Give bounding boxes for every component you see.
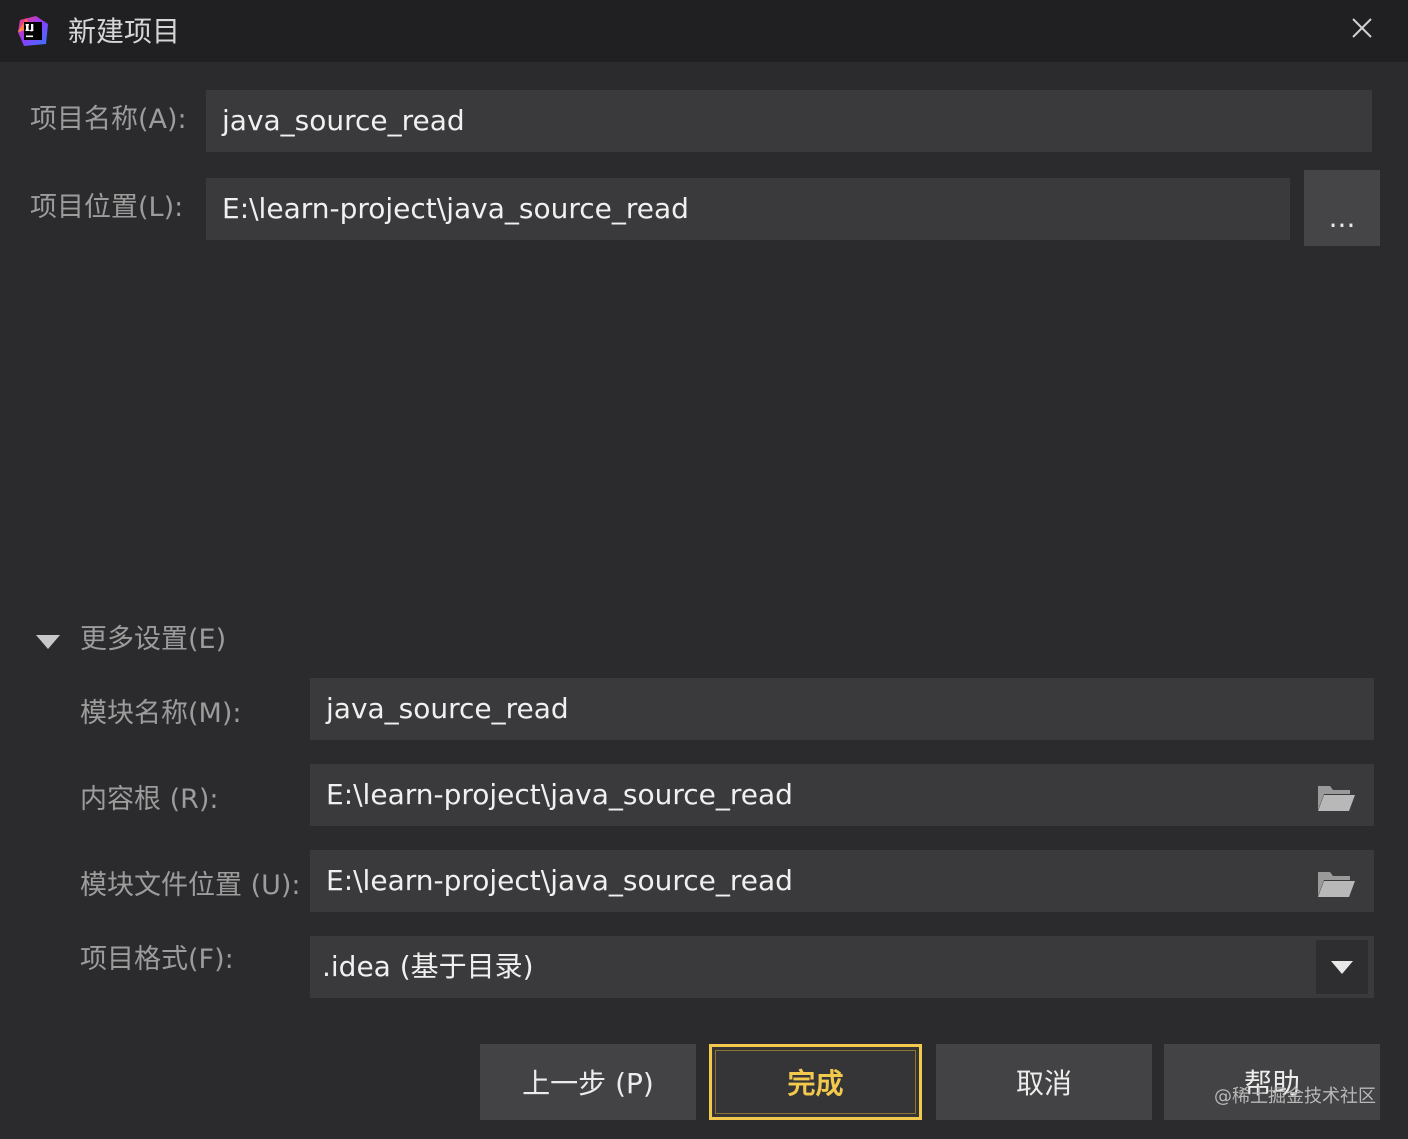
watermark: @稀土掘金技术社区 bbox=[1214, 1086, 1376, 1107]
module-file-location-input[interactable]: E:\learn-project\java_source_read bbox=[326, 864, 793, 897]
project-format-select[interactable]: .idea (基于目录) bbox=[310, 936, 1374, 998]
close-button[interactable] bbox=[1340, 8, 1384, 48]
content-root-input[interactable]: E:\learn-project\java_source_read bbox=[326, 778, 793, 811]
module-file-location-field: E:\learn-project\java_source_read bbox=[310, 850, 1374, 912]
project-format-label: 项目格式(F): bbox=[80, 944, 234, 975]
title-bar: 新建项目 bbox=[0, 0, 1408, 62]
project-format-value: .idea (基于目录) bbox=[322, 950, 534, 983]
finish-button[interactable]: 完成 bbox=[709, 1044, 922, 1120]
cancel-button[interactable]: 取消 bbox=[936, 1044, 1152, 1120]
dropdown-button[interactable] bbox=[1316, 940, 1368, 994]
project-name-label: 项目名称(A): bbox=[30, 104, 187, 135]
more-settings-toggle[interactable]: 更多设置(E) bbox=[36, 620, 226, 660]
content-root-label: 内容根 (R): bbox=[80, 784, 219, 815]
module-file-location-label: 模块文件位置 (U): bbox=[80, 870, 301, 901]
project-location-input[interactable]: E:\learn-project\java_source_read bbox=[206, 178, 1290, 240]
project-name-input[interactable]: java_source_read bbox=[206, 90, 1372, 152]
folder-open-icon[interactable] bbox=[1316, 868, 1356, 898]
module-name-input[interactable]: java_source_read bbox=[310, 678, 1374, 740]
more-settings-label: 更多设置(E) bbox=[80, 624, 227, 655]
intellij-idea-icon bbox=[18, 16, 48, 46]
chevron-down-icon bbox=[36, 635, 60, 649]
project-location-label: 项目位置(L): bbox=[30, 192, 184, 223]
chevron-down-icon bbox=[1331, 960, 1353, 974]
previous-button[interactable]: 上一步 (P) bbox=[480, 1044, 696, 1120]
module-name-label: 模块名称(M): bbox=[80, 698, 242, 729]
folder-open-icon[interactable] bbox=[1316, 782, 1356, 812]
new-project-dialog: 新建项目 项目名称(A): java_source_read 项目位置(L): … bbox=[0, 0, 1408, 1139]
close-icon bbox=[1352, 18, 1372, 38]
browse-location-button[interactable]: ... bbox=[1304, 170, 1380, 246]
dialog-title: 新建项目 bbox=[68, 15, 181, 48]
content-root-field: E:\learn-project\java_source_read bbox=[310, 764, 1374, 826]
